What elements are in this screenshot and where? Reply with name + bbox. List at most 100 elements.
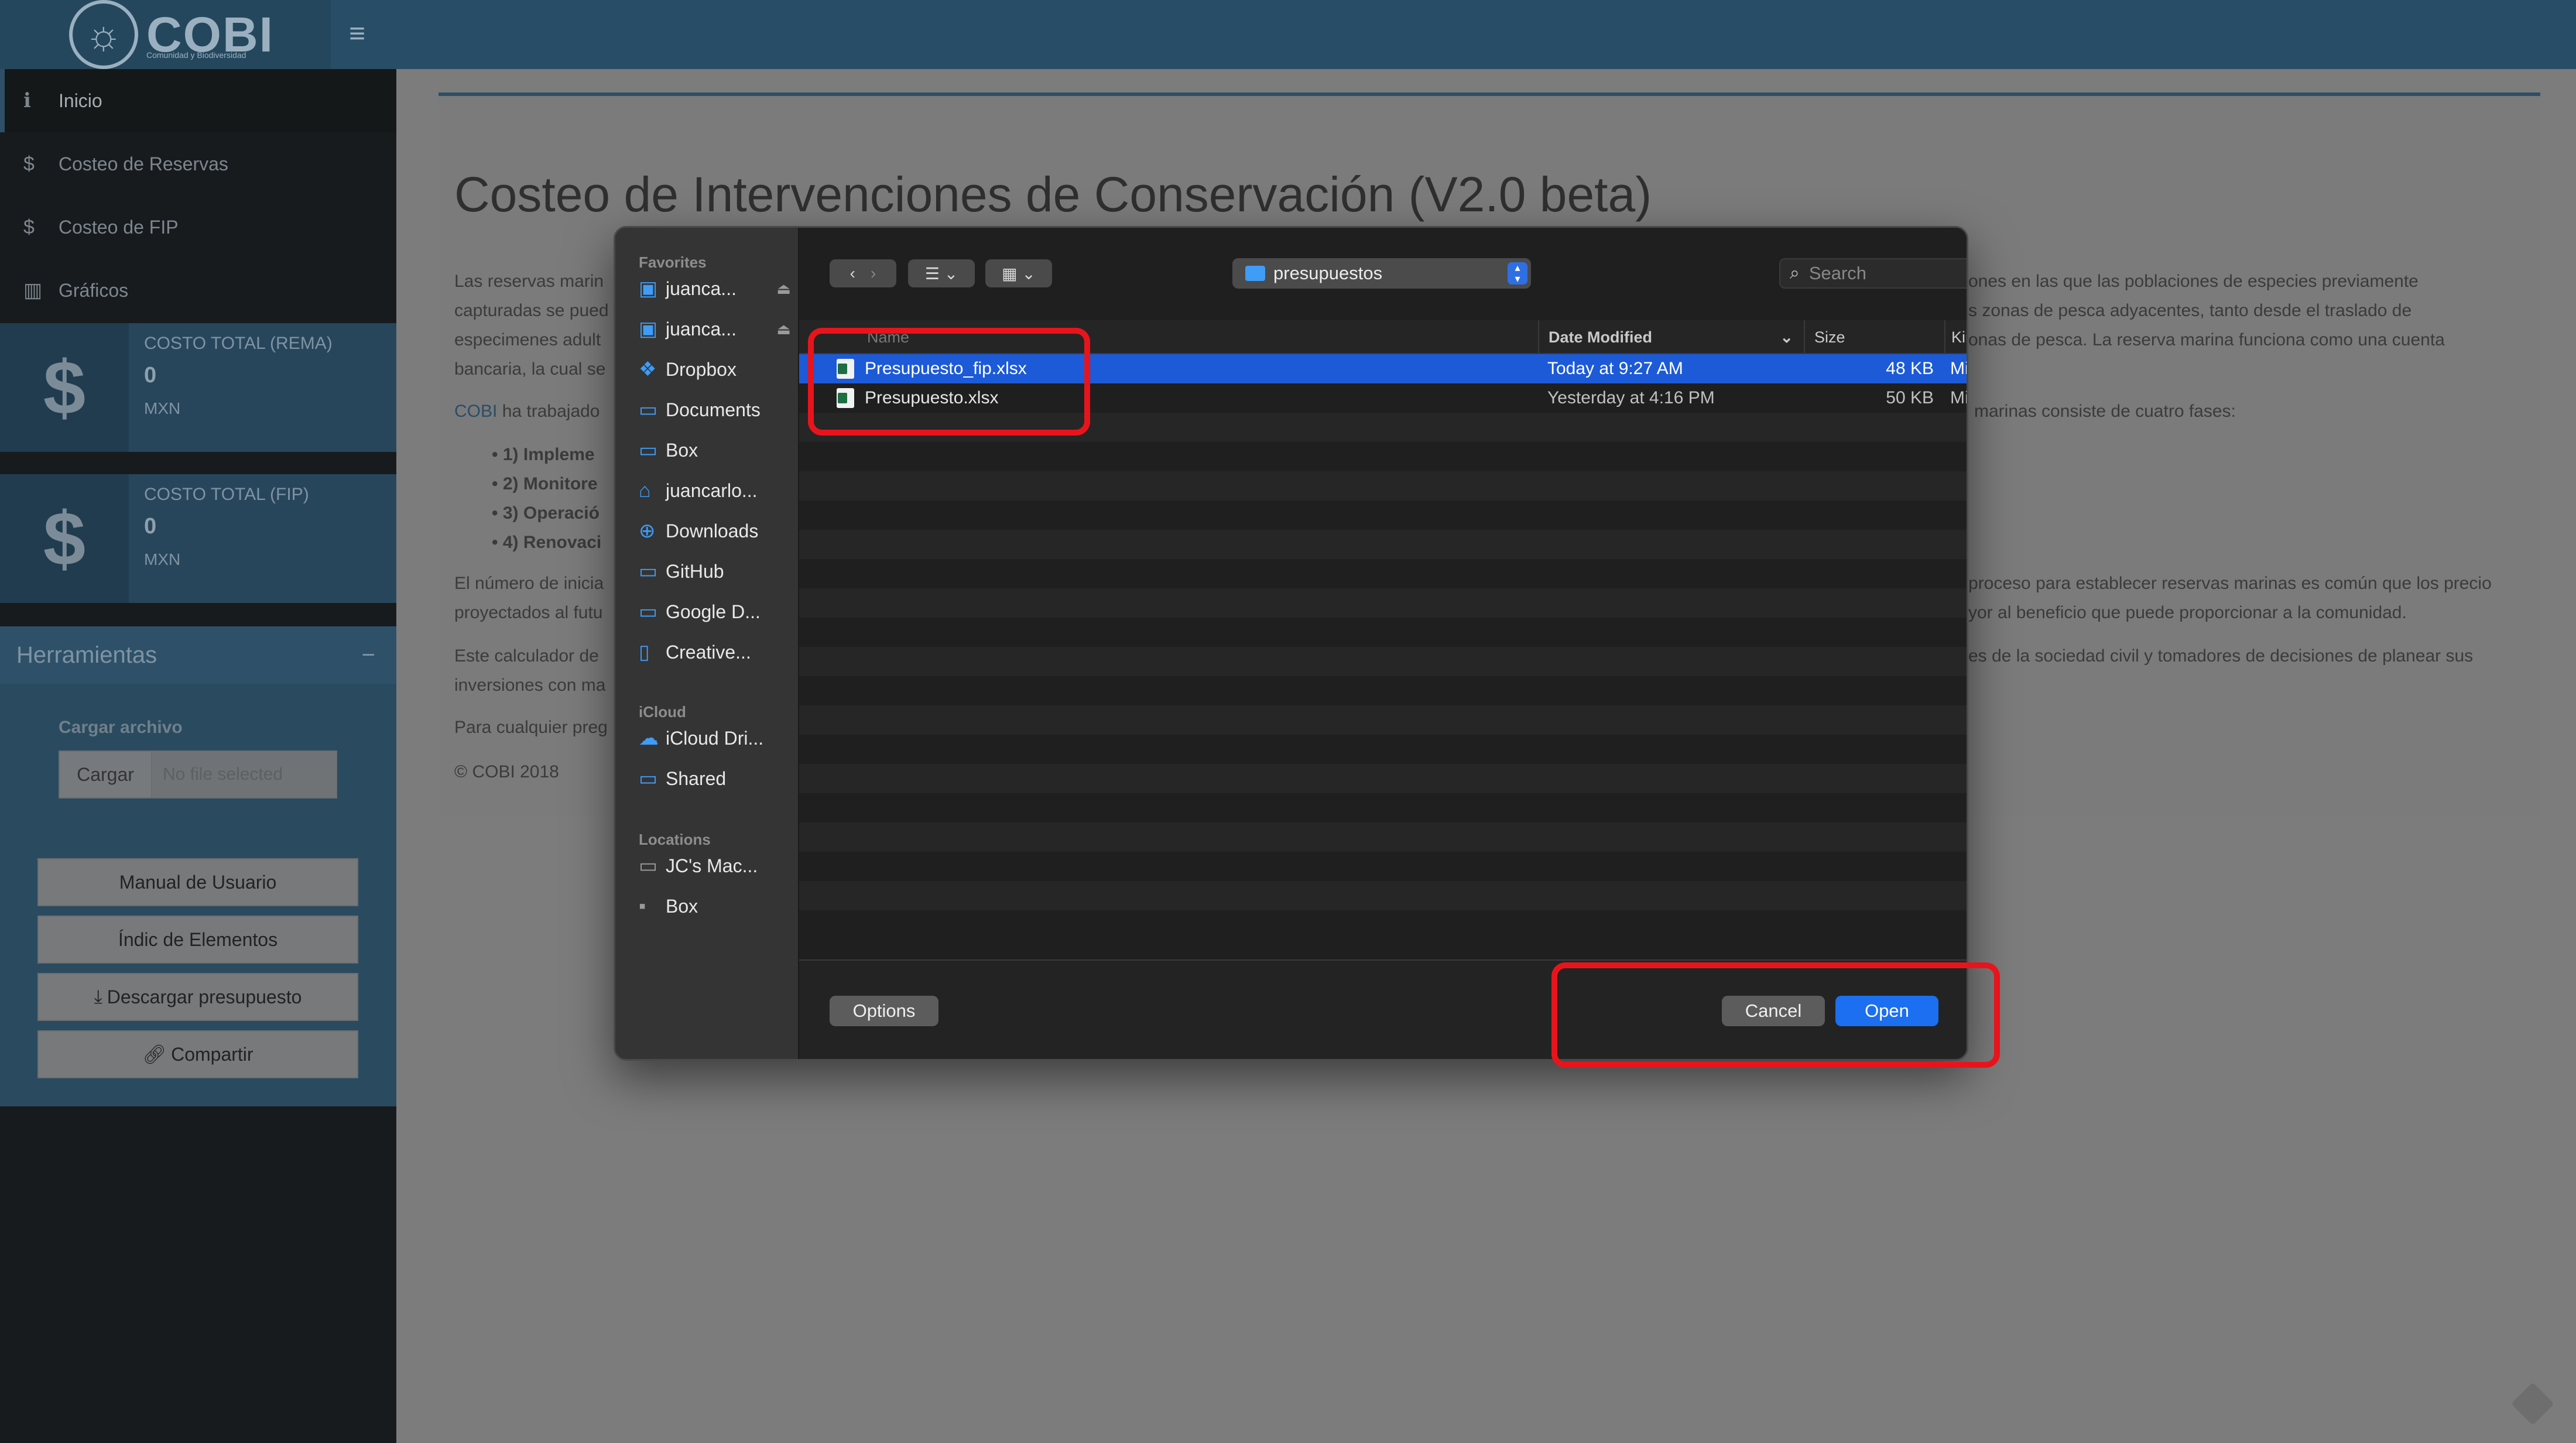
options-button[interactable]: Options	[830, 996, 938, 1026]
list-item: • 3) Operació	[492, 503, 600, 523]
document-icon: ▯	[639, 641, 650, 663]
sidebar-item-box[interactable]: ▭ Box	[639, 433, 791, 468]
sidebar-item-github[interactable]: ▭ GitHub	[639, 554, 791, 589]
list-item: • 2) Monitore	[492, 474, 598, 493]
search-placeholder: Search	[1808, 263, 1867, 283]
manual-button[interactable]: Manual de Usuario	[37, 858, 358, 906]
column-size[interactable]: Size	[1804, 320, 1944, 354]
tools-title: Herramientas	[16, 642, 157, 668]
sidebar-item-label: iCloud Dri...	[666, 727, 764, 749]
folder-icon: ▭	[639, 601, 658, 623]
sidebar-item-label: juanca...	[666, 277, 737, 299]
file-upload: Cargar No file selected	[59, 750, 337, 798]
eject-icon[interactable]: ⏏	[776, 320, 791, 338]
sidebar-item-downloads[interactable]: ⊕ Downloads	[639, 513, 791, 549]
calc-paragraph-right: es de la sociedad civil y tomadores de d…	[1968, 646, 2474, 666]
dialog-sidebar: Favorites ▣ juanca... ⏏ ▣ juanca... ⏏ ❖ …	[615, 228, 799, 1059]
download-icon: ⤓	[94, 986, 102, 1007]
upload-button[interactable]: Cargar	[59, 750, 152, 798]
infobox-value: 0	[144, 363, 157, 388]
list-view-button[interactable]: ☰ ⌄	[908, 259, 975, 287]
sidebar-item-label: Costeo de Reservas	[59, 153, 228, 174]
text-line: bancaria, la cual se	[454, 359, 606, 379]
sidebar-item-label: Costeo de FIP	[59, 216, 179, 238]
sidebar-item-label: GitHub	[666, 560, 724, 582]
sidebar-item-costeo-fip[interactable]: $ Costeo de FIP	[0, 196, 396, 259]
icloud-heading: iCloud	[639, 703, 686, 721]
drive-icon: ▣	[639, 277, 658, 300]
sidebar-item-dropbox[interactable]: ❖ Dropbox	[639, 352, 791, 387]
logo[interactable]: ☼ COBI Comunidad y Biodiversidad	[0, 0, 331, 69]
cobi-link[interactable]: COBI	[454, 402, 497, 421]
download-budget-button[interactable]: ⤓ Descargar presupuesto	[37, 973, 358, 1021]
empty-row	[799, 822, 1967, 852]
text-line: onas de pesca. La reserva marina funcion…	[1968, 330, 2445, 349]
logo-subtitle: Comunidad y Biodiversidad	[146, 50, 246, 60]
text-line: yor al beneficio que puede proporcionar …	[1968, 603, 2407, 622]
sidebar-item-label: Shared	[666, 767, 727, 789]
elements-index-button[interactable]: Índic de Elementos	[37, 916, 358, 964]
column-date-modified[interactable]: Date Modified ⌄	[1538, 320, 1804, 354]
text-line: Este calculador de	[454, 646, 599, 666]
grid-view-button[interactable]: ▦ ⌄	[985, 259, 1052, 287]
sidebar-item-documents[interactable]: ▭ Documents	[639, 392, 791, 427]
path-popup[interactable]: presupuestos ▴ ▾	[1232, 258, 1531, 289]
sidebar-item-box-disk[interactable]: ▪ Box	[639, 889, 791, 924]
disk-icon: ▪	[639, 894, 646, 917]
upload-filename-field[interactable]: No file selected	[152, 750, 337, 798]
sidebar-item-drive-2[interactable]: ▣ juanca... ⏏	[639, 311, 791, 347]
sidebar-item-inicio[interactable]: ℹ Inicio	[0, 69, 396, 132]
eject-icon[interactable]: ⏏	[776, 280, 791, 298]
top-navbar: ☼ COBI Comunidad y Biodiversidad ≡	[0, 0, 2576, 69]
locations-heading: Locations	[639, 831, 711, 848]
sidebar-item-label: Google D...	[666, 601, 761, 622]
text-line: s zonas de pesca adyacentes, tanto desde…	[1968, 301, 2412, 320]
empty-row	[799, 588, 1967, 618]
cloud-icon: ☁	[639, 727, 659, 749]
grid-view-icon: ▦ ⌄	[1002, 264, 1036, 283]
chevron-down-icon: ⌄	[1780, 328, 1793, 346]
column-label: Kind	[1951, 328, 1967, 346]
sidebar-item-drive-1[interactable]: ▣ juanca... ⏏	[639, 271, 791, 306]
drive-icon: ▣	[639, 318, 658, 340]
sidebar-item-google-drive[interactable]: ▭ Google D...	[639, 594, 791, 629]
sidebar-item-home[interactable]: ⌂ juancarlo...	[639, 473, 791, 508]
column-kind[interactable]: Kind	[1944, 320, 1967, 354]
text-line: El número de inicia	[454, 574, 604, 593]
chevron-left-icon[interactable]: ‹	[850, 264, 855, 283]
edit-diamond-icon[interactable]	[2511, 1382, 2554, 1425]
collapse-icon[interactable]: −	[362, 642, 375, 669]
list-view-icon: ☰ ⌄	[924, 264, 958, 283]
sidebar-item-costeo-reservas[interactable]: $ Costeo de Reservas	[0, 132, 396, 196]
chevron-right-icon[interactable]: ›	[871, 264, 876, 283]
sidebar-item-label: juancarlo...	[666, 479, 758, 501]
sidebar-item-shared[interactable]: ▭ Shared	[639, 761, 791, 796]
back-forward-buttons[interactable]: ‹ ›	[830, 259, 896, 287]
tools-panel: Herramientas − Cargar archivo Cargar No …	[0, 626, 396, 1106]
annotation-highlight-files	[808, 328, 1090, 436]
sidebar-item-label: Box	[666, 895, 698, 917]
share-button[interactable]: 🔗︎ Compartir	[37, 1030, 358, 1078]
empty-row	[799, 471, 1967, 501]
infobox-unit: MXN	[144, 550, 181, 568]
file-size: 50 KB	[1886, 388, 1934, 407]
sidebar-item-graficos[interactable]: ▥ Gráficos	[0, 259, 396, 322]
empty-row	[799, 705, 1967, 735]
sidebar-item-mac[interactable]: ▭ JC's Mac...	[639, 848, 791, 883]
contact-paragraph: Para cualquier preg	[454, 718, 608, 737]
search-field[interactable]: ⌕ Search	[1779, 258, 1967, 289]
dollar-icon: $	[0, 474, 129, 603]
phases-list: • 1) Impleme • 2) Monitore • 3) Operació…	[492, 440, 601, 557]
search-icon: ⌕	[1790, 263, 1800, 283]
phases-intro-right: marinas consiste de cuatro fases:	[1974, 402, 2236, 421]
sidebar-item-label: JC's Mac...	[666, 855, 758, 876]
laptop-icon: ▭	[639, 855, 658, 877]
sidebar-item-label: Downloads	[666, 520, 759, 541]
empty-row	[799, 647, 1967, 676]
infobox-costo-rema: $ COSTO TOTAL (REMA) 0 MXN	[0, 323, 396, 452]
file-date: Yesterday at 4:16 PM	[1547, 388, 1715, 407]
sidebar-toggle-icon[interactable]: ≡	[349, 20, 365, 48]
sidebar-item-icloud-drive[interactable]: ☁ iCloud Dri...	[639, 721, 791, 756]
list-item: • 1) Impleme	[492, 445, 595, 464]
sidebar-item-creative[interactable]: ▯ Creative...	[639, 635, 791, 670]
